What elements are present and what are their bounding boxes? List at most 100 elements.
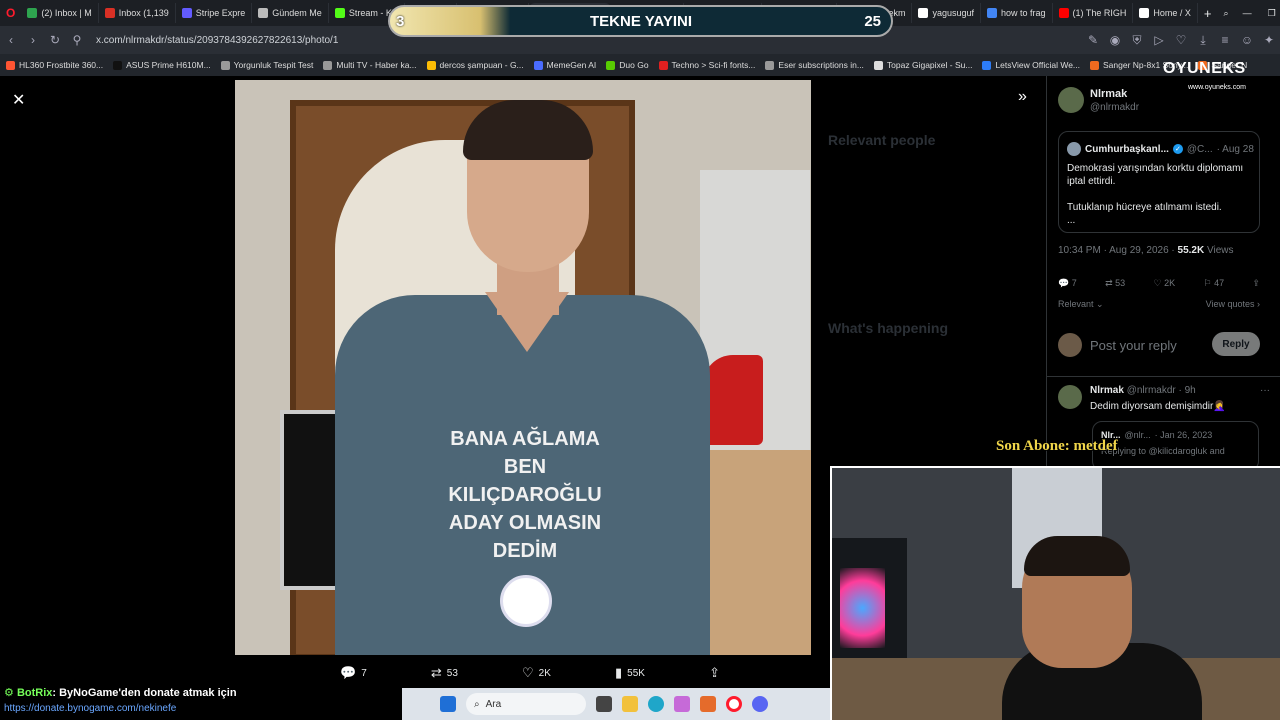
chat-message: ⚙ BotRix: ByNoGame'den donate atmak için…: [0, 686, 402, 720]
reply-composer: Post your reply Reply: [1058, 330, 1260, 360]
bookmark-item[interactable]: Topaz Gigapixel - Su...: [873, 60, 973, 70]
rgb-glow: [840, 568, 885, 648]
bookmark-item[interactable]: MemeGen AI: [533, 60, 596, 70]
share-button[interactable]: ⇪: [1252, 278, 1260, 289]
stream-title-bar: 3 TEKNE YAYINI 25: [388, 5, 893, 37]
opera-icon[interactable]: [726, 696, 742, 712]
reply-button[interactable]: 💬 7: [1058, 278, 1077, 289]
viewer-action-bar: 💬 7 ⇄ 53 ♡ 2K ▮ 55K ⇪: [340, 662, 720, 684]
streamer-hair: [1024, 536, 1130, 576]
play-icon[interactable]: ▷: [1148, 33, 1170, 47]
share-action[interactable]: ⇪: [709, 665, 720, 681]
tweet-photo[interactable]: BANA AĞLAMA BEN KILIÇDAROĞLU ADAY OLMASI…: [235, 80, 811, 655]
download-icon[interactable]: ⤓: [1192, 33, 1214, 48]
quote-author-handle: @C...: [1186, 143, 1213, 155]
tweet-actions: 💬 7 ⇄ 53 ♡ 2K ⚐ 47 ⇪: [1058, 278, 1260, 289]
views-label: Views: [1204, 245, 1234, 256]
heart-icon: ♡: [522, 665, 534, 680]
browser-tab[interactable]: Inbox (1,139: [99, 3, 176, 23]
shirt-line: ADAY OLMASIN: [448, 512, 602, 534]
maximize-button[interactable]: ❐: [1260, 8, 1280, 19]
tab-label: Inbox (1,139: [118, 8, 169, 18]
opera-icon[interactable]: O: [0, 6, 21, 20]
taskbar-search[interactable]: ⌕ Ara: [466, 693, 586, 715]
url-field[interactable]: x.com/nlrmakdr/status/209378439262782261…: [96, 35, 338, 46]
bookmark-item[interactable]: HL360 Frostbite 360...: [6, 60, 103, 70]
reload-icon[interactable]: ↻: [44, 33, 66, 47]
avatar: [1067, 142, 1081, 156]
browser-tab[interactable]: (1) The RIGH: [1053, 3, 1134, 23]
relevant-people-heading: Relevant people: [828, 132, 936, 148]
copilot-icon[interactable]: [674, 696, 690, 712]
chat-username: BotRix: [16, 687, 53, 699]
menu-icon[interactable]: ≡: [1214, 33, 1236, 47]
sort-dropdown[interactable]: Relevant ⌄: [1058, 299, 1104, 310]
reply-input[interactable]: Post your reply: [1090, 338, 1177, 353]
browser-tab[interactable]: (2) Inbox | M: [21, 3, 99, 23]
repost-button[interactable]: ⇄ 53: [1105, 278, 1125, 289]
browser-tab[interactable]: how to frag: [981, 3, 1053, 23]
back-icon[interactable]: ‹: [0, 33, 22, 47]
avatar: [1058, 385, 1082, 409]
like-button[interactable]: ♡ 2K: [1154, 278, 1176, 289]
views-action[interactable]: ▮ 55K: [615, 665, 645, 681]
tab-label: Gündem Me: [272, 8, 322, 18]
nested-text: Replying to @kilicdarogluk and: [1101, 446, 1225, 456]
heart-icon[interactable]: ♡: [1170, 33, 1192, 47]
task-view-icon[interactable]: [596, 696, 612, 712]
edge-icon[interactable]: [648, 696, 664, 712]
tweet-timestamp[interactable]: 10:34 PM · Aug 29, 2026 ·: [1058, 245, 1178, 256]
bookmark-icon: ⚐: [1203, 278, 1212, 288]
quote-author-name: Cumhurbaşkanl...: [1085, 143, 1169, 155]
camera-icon[interactable]: ◉: [1104, 33, 1126, 47]
quote-date: · Aug 28: [1216, 143, 1254, 155]
site-info-icon[interactable]: ⚲: [66, 33, 88, 47]
photos-icon[interactable]: [700, 696, 716, 712]
reply-icon: 💬: [340, 665, 357, 680]
bookmark-item[interactable]: Techno > Sci-fi fonts...: [658, 60, 755, 70]
author-name[interactable]: Nlrmak: [1090, 88, 1127, 100]
reply-submit-button[interactable]: Reply: [1212, 332, 1260, 356]
bookmark-label: Topaz Gigapixel - Su...: [886, 60, 973, 70]
close-icon[interactable]: ✕: [12, 90, 25, 110]
extension-icon[interactable]: ✎: [1082, 33, 1104, 47]
bookmark-item[interactable]: ASUS Prime H610M...: [113, 60, 211, 70]
tab-favicon-icon: [104, 8, 115, 18]
search-tabs-icon[interactable]: ⌕: [1218, 8, 1235, 19]
more-icon[interactable]: ···: [1260, 385, 1270, 396]
chat-link[interactable]: https://donate.bynogame.com/nekinefe: [4, 703, 176, 714]
stream-counter-right: 25: [864, 12, 881, 30]
browser-tab[interactable]: yagusuguf: [912, 3, 982, 23]
tab-favicon-icon: [987, 8, 998, 18]
quoted-tweet[interactable]: Cumhurbaşkanl... ✓ @C... · Aug 28 Demokr…: [1058, 131, 1260, 233]
bookmark-item[interactable]: Multi TV - Haber ka...: [323, 60, 417, 70]
file-explorer-icon[interactable]: [622, 696, 638, 712]
bookmark-item[interactable]: Eser subscriptions in...: [765, 60, 864, 70]
repost-action[interactable]: ⇄ 53: [431, 665, 458, 681]
avatar[interactable]: [1058, 87, 1084, 113]
bookmark-favicon-icon: [606, 60, 616, 70]
discord-icon[interactable]: [752, 696, 768, 712]
view-quotes-link[interactable]: View quotes ›: [1206, 299, 1260, 310]
share-icon: ⇪: [1252, 278, 1260, 288]
ai-icon[interactable]: ✦: [1258, 33, 1280, 47]
forward-icon[interactable]: ›: [22, 33, 44, 47]
bookmark-button[interactable]: ⚐ 47: [1203, 278, 1224, 289]
profile-icon[interactable]: ☺: [1236, 33, 1258, 47]
new-tab-button[interactable]: +: [1198, 6, 1218, 21]
minimize-button[interactable]: —: [1235, 8, 1260, 18]
like-action[interactable]: ♡ 2K: [522, 665, 551, 681]
reply-action[interactable]: 💬 7: [340, 665, 367, 681]
bookmark-item[interactable]: Yorgunluk Tespit Test: [220, 60, 313, 70]
tab-label: yagusuguf: [932, 8, 975, 18]
bookmark-item[interactable]: dercos şampuan - G...: [426, 60, 524, 70]
bookmark-item[interactable]: Duo Go: [606, 60, 649, 70]
brand-url: www.oyuneks.com: [1188, 84, 1246, 91]
browser-tab[interactable]: Home / X: [1133, 3, 1198, 23]
bookmark-item[interactable]: LetsView Official We...: [982, 60, 1080, 70]
shield-icon[interactable]: ⛨: [1126, 33, 1148, 48]
windows-start-icon[interactable]: [440, 696, 456, 712]
browser-tab[interactable]: Gündem Me: [252, 3, 329, 23]
author-handle[interactable]: @nlrmakdr: [1090, 102, 1139, 113]
browser-tab[interactable]: Stripe Expre: [176, 3, 253, 23]
